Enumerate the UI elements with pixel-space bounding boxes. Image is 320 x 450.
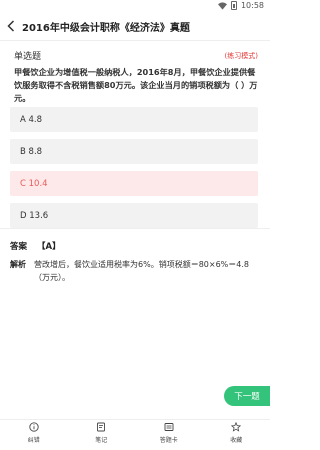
answer-label: 答案 <box>10 242 28 252</box>
bottom-bar: 纠错 笔记 答题卡 收藏 <box>0 420 270 450</box>
option-label: C 10.4 <box>20 178 48 189</box>
answer-divider <box>0 228 270 229</box>
tab-favorite[interactable]: 收藏 <box>203 420 271 450</box>
battery-icon <box>230 1 237 10</box>
question-type: 单选题 <box>14 52 42 62</box>
question-type-row: 单选题 (练习模式) <box>14 49 258 63</box>
option-d[interactable]: D 13.6 <box>10 203 258 228</box>
option-c[interactable]: C 10.4 <box>10 171 258 196</box>
status-right: 10:58 <box>217 1 264 10</box>
tab-answer-card[interactable]: 答题卡 <box>135 420 203 450</box>
tab-label: 收藏 <box>230 437 243 444</box>
option-b[interactable]: B 8.8 <box>10 139 258 164</box>
option-label: D 13.6 <box>20 210 49 221</box>
answer-row: 答案 【A】 <box>10 240 61 252</box>
tab-report-error[interactable]: 纠错 <box>0 420 68 450</box>
answer-card-icon <box>164 423 174 431</box>
header-divider <box>0 40 270 41</box>
question-text: 甲餐饮企业为增值税一般纳税人，2016年8月，甲餐饮企业提供餐饮服务取得不含税销… <box>14 67 258 103</box>
analysis-label: 解析 <box>10 260 26 269</box>
analysis-text: 营改增后，餐饮业适用税率为6%。销项税额＝80×6%＝4.8（万元）。 <box>34 260 249 282</box>
option-label: A 4.8 <box>20 114 43 125</box>
status-bar: 10:58 <box>0 0 270 12</box>
back-icon[interactable] <box>0 13 22 39</box>
options-list: A 4.8 B 8.8 C 10.4 D 13.6 <box>10 107 258 235</box>
option-a[interactable]: A 4.8 <box>10 107 258 132</box>
status-time: 10:58 <box>240 1 264 10</box>
star-icon <box>231 422 242 432</box>
tab-label: 笔记 <box>95 437 108 444</box>
answer-value: 【A】 <box>37 242 61 252</box>
analysis: 解析 营改增后，餐饮业适用税率为6%。销项税额＝80×6%＝4.8（万元）。 <box>10 258 260 284</box>
page-title: 2016年中级会计职称《经济法》真题 <box>22 22 190 34</box>
tab-label: 答题卡 <box>159 437 178 444</box>
tab-notes[interactable]: 笔记 <box>68 420 136 450</box>
header: 2016年中级会计职称《经济法》真题 <box>0 13 270 39</box>
note-icon <box>97 422 106 432</box>
tab-label: 纠错 <box>27 437 40 444</box>
mode-badge: (练习模式) <box>224 51 258 60</box>
option-label: B 8.8 <box>20 146 43 157</box>
wifi-icon <box>217 1 227 10</box>
next-question-button[interactable]: 下一题 <box>224 386 270 406</box>
info-icon <box>29 422 39 432</box>
